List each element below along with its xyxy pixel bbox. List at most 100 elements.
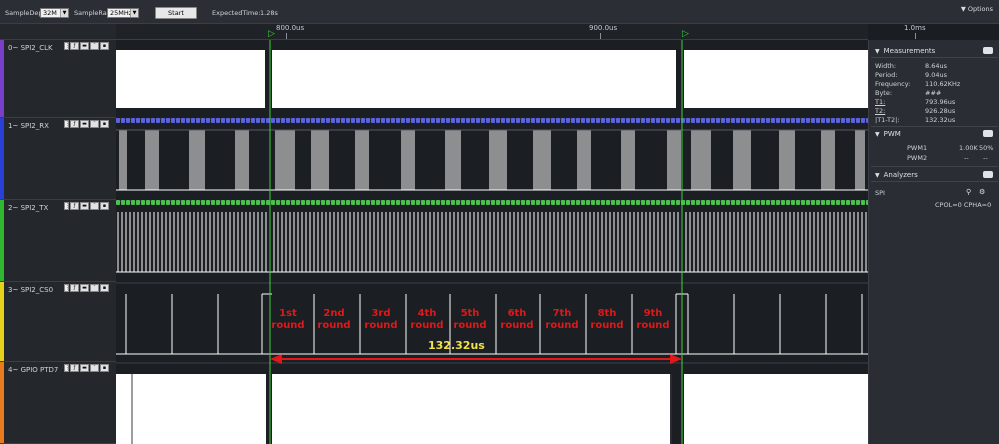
trigger-low-icon[interactable]: ▬ — [80, 202, 89, 210]
pwm-duty: -- — [983, 154, 988, 162]
trigger-any-icon[interactable]: ▪ — [100, 284, 109, 292]
bus-decode-segment — [816, 118, 820, 123]
bus-decode-segment — [516, 118, 520, 123]
sample-depth-select[interactable]: 32M ▼ — [40, 8, 69, 18]
trigger-low-icon[interactable]: ▬ — [80, 120, 89, 128]
round-label-6: 6th round — [500, 308, 534, 331]
bus-decode-segment — [761, 118, 765, 123]
trigger-low-icon[interactable]: ▬ — [80, 42, 89, 50]
bus-decode-segment — [751, 200, 755, 205]
waveform-area[interactable]: 1st round 2nd round 3rd round 4th round 5th r… — [116, 40, 868, 444]
bus-decode-segment — [821, 200, 825, 205]
trigger-edge-icon[interactable]: ƒ — [70, 202, 79, 210]
bus-decode-segment — [506, 118, 510, 123]
trigger-high-icon[interactable]: ¯ — [90, 120, 99, 128]
pwm-header[interactable]: ▼ PWM — [875, 130, 901, 138]
bus-decode-segment — [716, 118, 720, 123]
channel-row-spi2-cs0[interactable]: 3~ SPI2_CS0 ⋮ ƒ ▬ ¯ ▪ — [0, 282, 116, 362]
trigger-low-icon[interactable]: ▬ — [80, 364, 89, 372]
bus-decode-segment — [256, 200, 260, 205]
trigger-high-icon[interactable]: ¯ — [90, 202, 99, 210]
options-menu[interactable]: ▼ Options — [961, 5, 993, 13]
trigger-any-icon[interactable]: ▪ — [100, 364, 109, 372]
menu-icon[interactable]: ⋮ — [64, 202, 70, 210]
trigger-any-icon[interactable]: ▪ — [100, 120, 109, 128]
bus-decode-segment — [181, 118, 185, 123]
bus-decode-segment — [526, 200, 530, 205]
bus-decode-segment — [381, 118, 385, 123]
bus-decode-segment — [521, 118, 525, 123]
time-ruler[interactable]: 800.0us 900.0us 1.0ms ▷ ▷ — [116, 24, 926, 40]
channel-row-spi2-rx[interactable]: 1~ SPI2_RX ⋮ ƒ ▬ ¯ ▪ — [0, 118, 116, 200]
bus-decode-segment — [126, 200, 130, 205]
bus-decode-segment — [861, 200, 865, 205]
bus-decode-segment — [641, 118, 645, 123]
bus-decode-segment — [551, 118, 555, 123]
gear-icon[interactable]: ⚙ — [979, 188, 985, 196]
analyzers-header[interactable]: ▼ Analyzers — [875, 171, 918, 179]
start-button[interactable]: Start — [155, 7, 197, 19]
caret-down-icon: ▼ — [960, 5, 966, 13]
bus-decode-segment — [536, 118, 540, 123]
channel-row-gpio-ptd7[interactable]: 4~ GPIO PTD7 ⋮ ƒ ▬ ¯ ▪ — [0, 362, 116, 444]
waveform-canvas — [116, 40, 868, 444]
measurements-header[interactable]: ▼ Measurements — [875, 47, 935, 55]
bus-decode-segment — [831, 118, 835, 123]
channel-controls: ⋮ ƒ ▬ ¯ ▪ — [64, 364, 109, 372]
cursor-t2-flag-icon[interactable]: ▷ — [682, 29, 689, 39]
bus-decode-segment — [711, 200, 715, 205]
trigger-edge-icon[interactable]: ƒ — [70, 364, 79, 372]
bus-decode-segment — [381, 200, 385, 205]
menu-icon[interactable]: ⋮ — [64, 42, 70, 50]
cursor-t1-flag-icon[interactable]: ▷ — [268, 29, 275, 39]
gear-icon[interactable] — [983, 130, 993, 137]
bus-decode-segment — [691, 200, 695, 205]
menu-icon[interactable]: ⋮ — [64, 284, 70, 292]
trigger-edge-icon[interactable]: ƒ — [70, 284, 79, 292]
round-label-1: 1st round — [271, 308, 305, 331]
bus-decode-segment — [356, 118, 360, 123]
bus-decode-segment — [756, 200, 760, 205]
trigger-high-icon[interactable]: ¯ — [90, 284, 99, 292]
bus-decode-segment — [731, 200, 735, 205]
bus-decode-segment — [501, 200, 505, 205]
chevron-down-icon: ▼ — [60, 9, 68, 17]
bus-decode-segment — [586, 118, 590, 123]
bus-decode-segment — [386, 118, 390, 123]
bus-decode-segment — [856, 200, 860, 205]
menu-icon[interactable]: ⋮ — [64, 364, 70, 372]
bus-decode-segment — [436, 118, 440, 123]
bus-decode-segment — [841, 118, 845, 123]
channel-controls: ⋮ ƒ ▬ ¯ ▪ — [64, 120, 109, 128]
bus-decode-segment — [791, 200, 795, 205]
bus-decode-segment — [596, 200, 600, 205]
row-divider — [116, 362, 868, 364]
bus-decode-segment — [326, 200, 330, 205]
bus-decode-segment — [206, 200, 210, 205]
gear-icon[interactable] — [983, 47, 993, 54]
bus-decode-segment — [416, 118, 420, 123]
trigger-any-icon[interactable]: ▪ — [100, 42, 109, 50]
measurement-value: 8.64us — [925, 62, 947, 70]
channel-row-spi2-clk[interactable]: 0~ SPI2_CLK ⋮ ƒ ▬ ¯ ▪ — [0, 40, 116, 118]
menu-icon[interactable]: ⋮ — [64, 120, 70, 128]
add-analyzer-icon[interactable] — [983, 171, 993, 178]
bus-decode-segment — [431, 118, 435, 123]
trigger-high-icon[interactable]: ¯ — [90, 42, 99, 50]
trigger-edge-icon[interactable]: ƒ — [70, 120, 79, 128]
trigger-high-icon[interactable]: ¯ — [90, 364, 99, 372]
analyzer-settings-icon[interactable]: ⚲ — [966, 188, 971, 196]
trigger-edge-icon[interactable]: ƒ — [70, 42, 79, 50]
channel-color-bar — [0, 40, 4, 117]
trigger-low-icon[interactable]: ▬ — [80, 284, 89, 292]
bus-decode-segment — [421, 200, 425, 205]
sample-rate-select[interactable]: 25MHz ▼ — [107, 8, 139, 18]
bus-decode-segment — [361, 118, 365, 123]
pwm-frequency: -- — [964, 154, 969, 162]
channel-row-spi2-tx[interactable]: 2~ SPI2_TX ⋮ ƒ ▬ ¯ ▪ — [0, 200, 116, 282]
measurement-label: Byte: — [875, 89, 893, 97]
round-label-5: 5th round — [453, 308, 487, 331]
trigger-any-icon[interactable]: ▪ — [100, 202, 109, 210]
bus-decode-segment — [391, 118, 395, 123]
bus-decode-segment — [351, 200, 355, 205]
